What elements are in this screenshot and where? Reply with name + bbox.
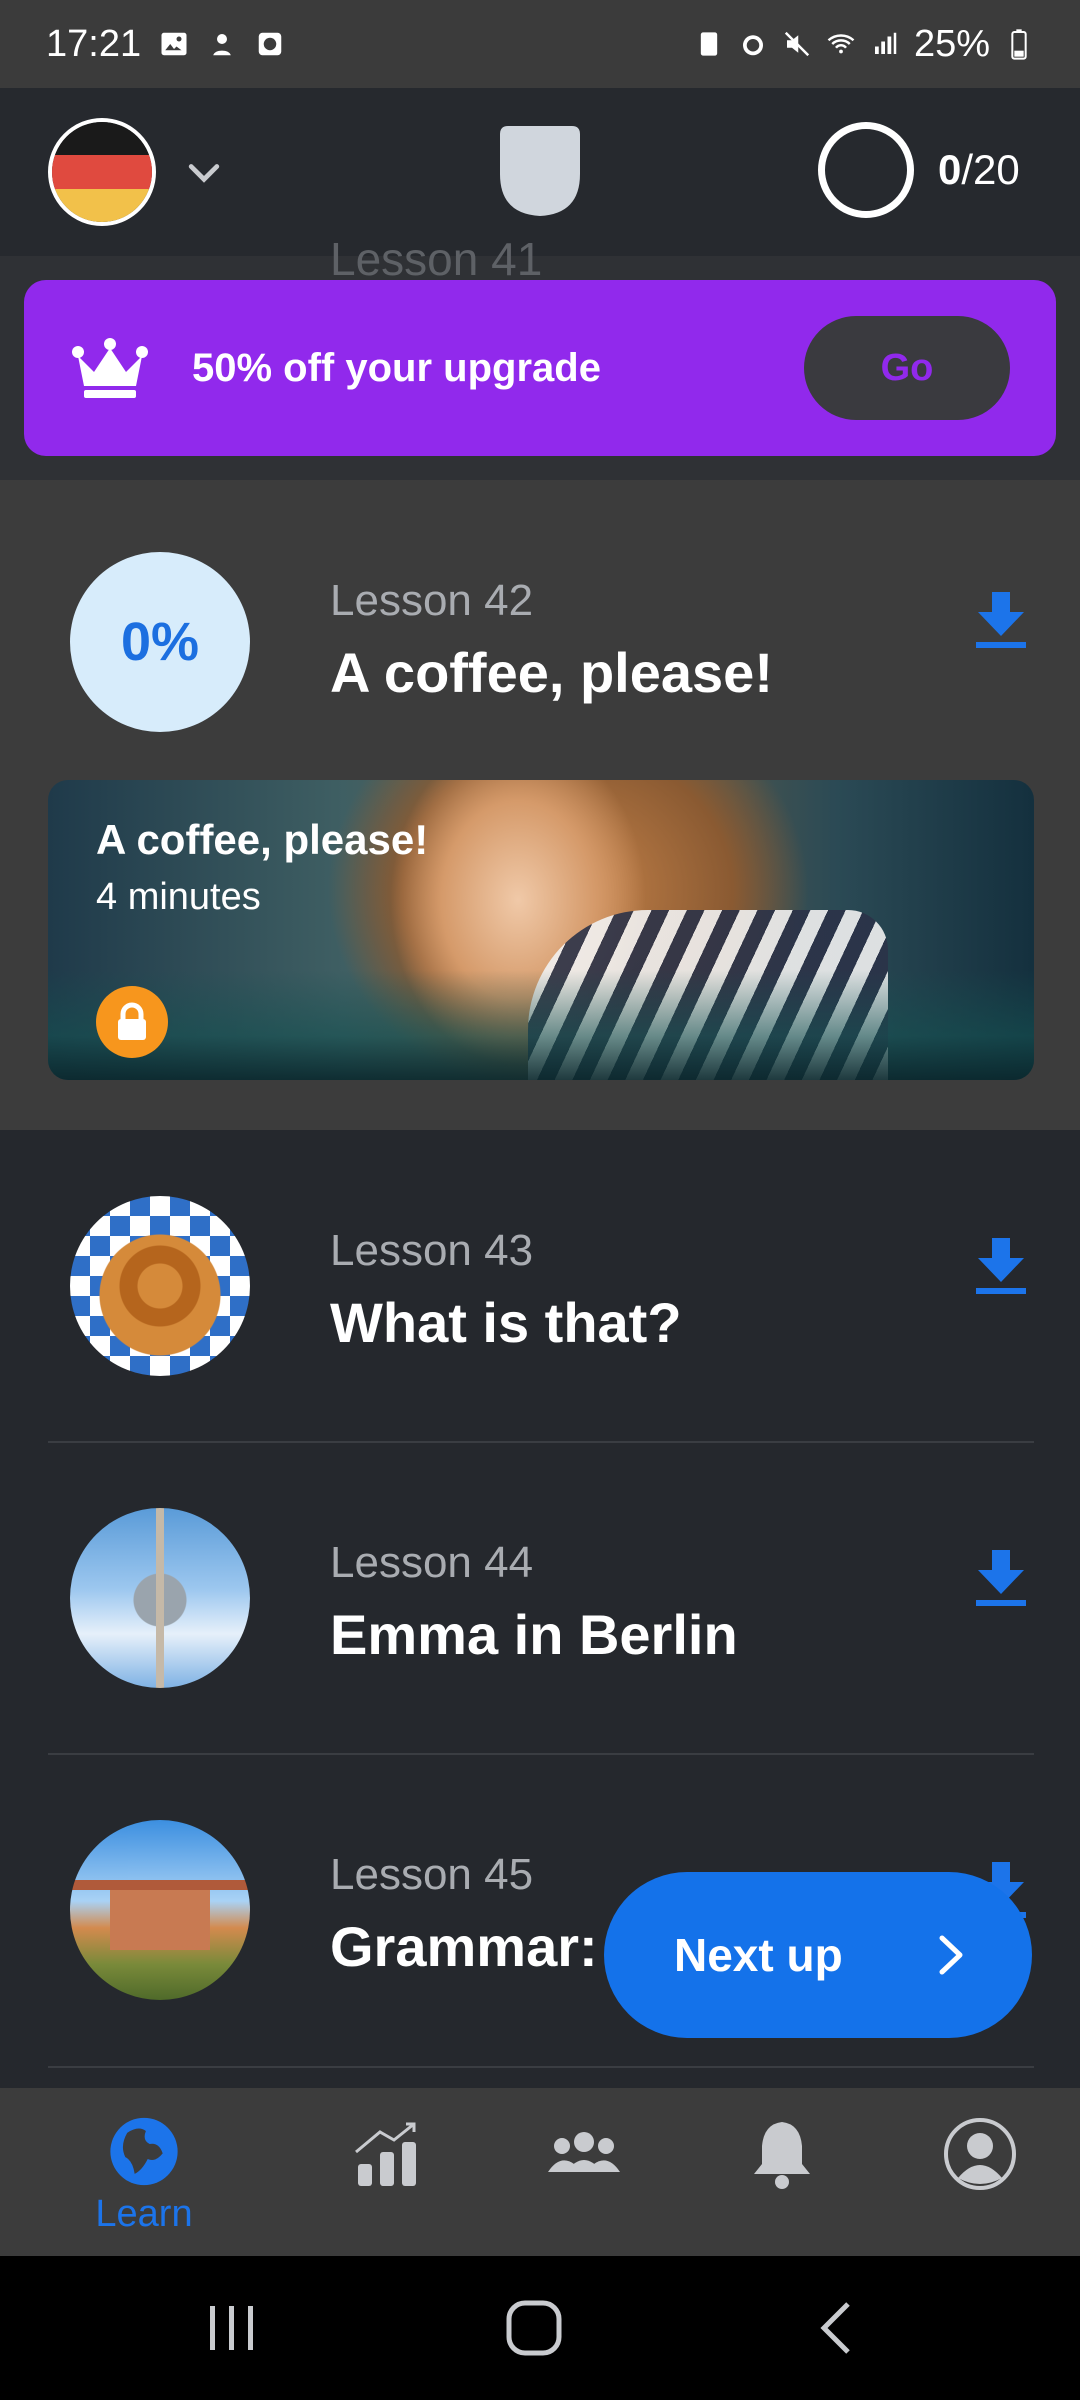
next-up-label: Next up (674, 1929, 843, 1981)
mute-icon (782, 29, 812, 59)
wifi-icon (826, 29, 856, 59)
upgrade-promo-banner[interactable]: 50% off your upgrade Go (24, 280, 1056, 456)
goal-done: 0 (938, 146, 962, 193)
lesson-title: A coffee, please! (330, 641, 773, 704)
lesson-row[interactable]: Lesson 44 Emma in Berlin (0, 1442, 1080, 1754)
german-flag-icon[interactable] (48, 118, 156, 226)
promo-text: 50% off your upgrade (192, 346, 601, 390)
promo-go-button[interactable]: Go (804, 316, 1010, 420)
clock-app-icon (255, 29, 285, 59)
lesson-number: Lesson 45 (330, 1850, 534, 1899)
castle-thumbnail (70, 1820, 250, 2000)
current-lesson-section[interactable]: 0% Lesson 42 A coffee, please! A coffee,… (0, 480, 1080, 1130)
lesson-title: Emma in Berlin (330, 1603, 738, 1666)
nav-notifications[interactable] (722, 2116, 842, 2236)
battery-percent: 25% (913, 22, 990, 65)
download-icon[interactable] (974, 1236, 1028, 1296)
divider (48, 2066, 1034, 2068)
lesson-video-card[interactable]: A coffee, please! 4 minutes (48, 780, 1034, 1080)
shield-icon[interactable] (492, 124, 588, 218)
battery-saver-icon (694, 29, 724, 59)
daily-goal-ring[interactable] (818, 122, 914, 218)
video-card-title: A coffee, please! (96, 816, 429, 863)
profile-icon (944, 2118, 1016, 2190)
lesson-number: Lesson 43 (330, 1226, 534, 1275)
lesson-progress-circle: 0% (70, 552, 250, 732)
crown-icon (72, 338, 148, 398)
next-up-button[interactable]: Next up (604, 1872, 1032, 2038)
download-icon[interactable] (974, 590, 1028, 650)
app-header: 0/20 (0, 88, 1080, 256)
back-icon[interactable] (808, 2298, 868, 2358)
chevron-down-icon[interactable] (182, 150, 226, 194)
globe-icon (110, 2117, 178, 2186)
lesson-number: Lesson 44 (330, 1538, 534, 1587)
lock-icon (96, 986, 168, 1058)
recent-apps-icon[interactable] (202, 2298, 262, 2358)
video-card-duration: 4 minutes (96, 876, 261, 918)
signal-icon (870, 29, 900, 59)
nav-profile[interactable] (920, 2116, 1040, 2236)
status-bar: 17:21 25% (0, 0, 1080, 88)
nav-learn-label: Learn (95, 2193, 193, 2235)
tv-tower-thumbnail (70, 1508, 250, 1688)
bottom-navigation: Learn (0, 2088, 1080, 2256)
lesson-title: What is that? (330, 1291, 682, 1354)
lesson-title: Grammar: (330, 1915, 598, 1978)
lesson-number: Lesson 42 (330, 576, 534, 625)
ghost-lesson-label: Lesson 41 (330, 233, 543, 285)
nav-community[interactable] (524, 2116, 644, 2236)
daily-goal-counter[interactable]: 0/20 (938, 146, 1020, 194)
pretzel-thumbnail (70, 1196, 250, 1376)
status-time: 17:21 (46, 22, 142, 65)
notification-app-icon (207, 29, 237, 59)
alarm-icon (738, 29, 768, 59)
nav-progress[interactable] (328, 2116, 448, 2236)
gallery-icon (159, 29, 189, 59)
nav-learn[interactable]: Learn (84, 2116, 204, 2236)
people-icon (548, 2132, 620, 2172)
bell-icon (754, 2122, 810, 2189)
home-icon[interactable] (504, 2298, 564, 2358)
download-icon[interactable] (974, 1548, 1028, 1608)
system-navigation-bar (0, 2256, 1080, 2400)
bar-chart-icon (355, 2122, 416, 2186)
lesson-row[interactable]: Lesson 43 What is that? (0, 1130, 1080, 1442)
chevron-right-icon (939, 1935, 963, 1975)
battery-icon (1004, 29, 1034, 60)
goal-total: /20 (961, 146, 1020, 193)
